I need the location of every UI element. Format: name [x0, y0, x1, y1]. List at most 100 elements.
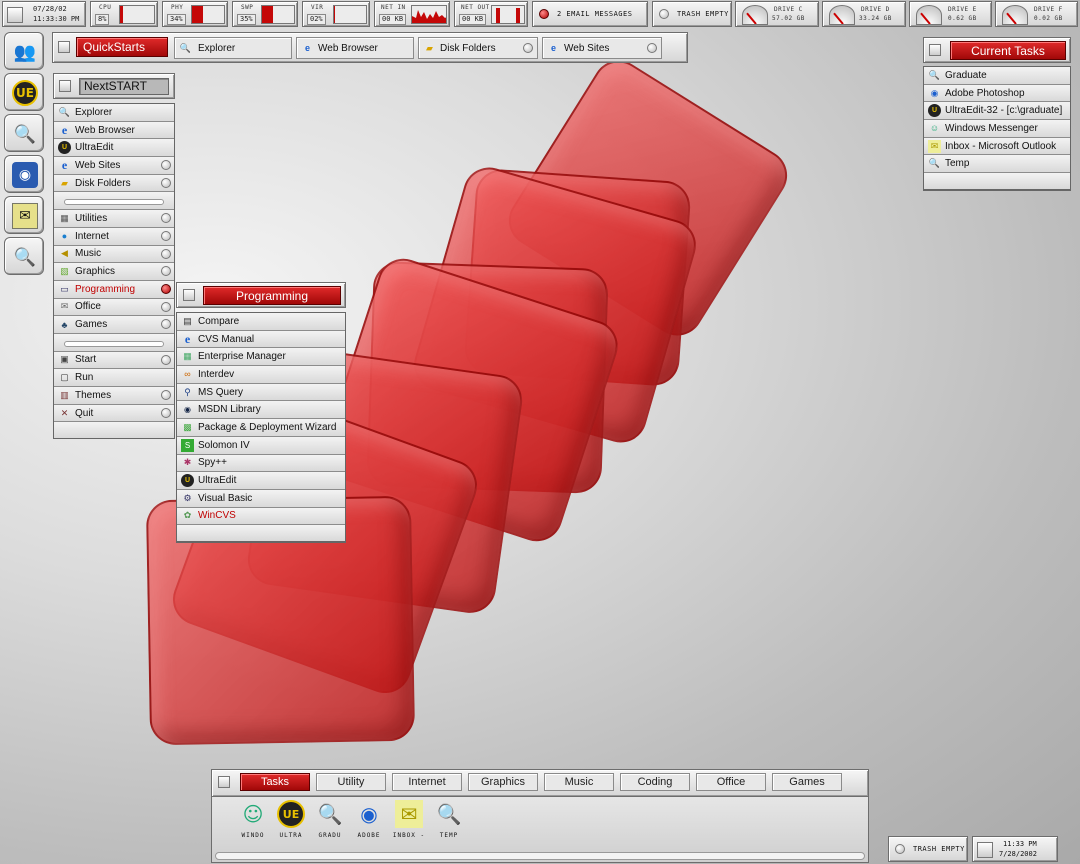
menu-item-solomon-iv[interactable]: S Solomon IV — [177, 436, 345, 455]
programming-title[interactable]: Programming — [203, 286, 341, 305]
quickstart-tab-explorer[interactable]: 🔍 Explorer — [174, 37, 292, 59]
menu-item-ultraedit-32-c-graduate[interactable]: U UltraEdit-32 - [c:\graduate] — [924, 102, 1070, 121]
dock-temp[interactable]: 🔍 — [4, 237, 44, 275]
dock-explorer[interactable]: 🔍 — [4, 114, 44, 152]
menu-item-visual-basic[interactable]: ⚙ Visual Basic — [177, 489, 345, 508]
vir-value: 02% — [307, 14, 326, 25]
menu-item-cvs-manual[interactable]: e CVS Manual — [177, 330, 345, 349]
current-tasks-toggle[interactable] — [929, 44, 941, 56]
net-out-monitor: NET OUT 00 KB — [454, 1, 528, 27]
task-label: INBOX - — [392, 832, 426, 839]
quickstart-label: Disk Folders — [440, 42, 496, 54]
drive-d-monitor[interactable]: DRIVE D 33.24 GB — [822, 1, 906, 27]
quickstart-tab-web-sites[interactable]: e Web Sites — [542, 37, 662, 59]
menu-item-music[interactable]: ◀ Music — [54, 245, 174, 264]
menu-item-compare[interactable]: ▤ Compare — [177, 313, 345, 331]
task-button[interactable]: 🔍 GRADU — [313, 800, 347, 839]
speaker-icon: ◀ — [61, 248, 68, 259]
dock-outlook[interactable]: ✉ — [4, 196, 44, 234]
tab-tasks[interactable]: Tasks — [240, 773, 310, 791]
menu-item-themes[interactable]: ▥ Themes — [54, 387, 174, 405]
quickstarts-title[interactable]: QuickStarts — [76, 37, 168, 57]
task-scrollbar[interactable] — [215, 852, 865, 860]
menu-item-programming[interactable]: ▭ Programming — [54, 280, 174, 299]
tab-games[interactable]: Games — [772, 773, 842, 791]
tab-coding[interactable]: Coding — [620, 773, 690, 791]
enterprise-icon: ▦ — [183, 351, 192, 362]
current-tasks-title[interactable]: Current Tasks — [950, 41, 1066, 60]
tab-utility[interactable]: Utility — [316, 773, 386, 791]
drive-f-monitor[interactable]: DRIVE F 0.02 GB — [995, 1, 1078, 27]
drive-e-monitor[interactable]: DRIVE E 0.62 GB — [909, 1, 992, 27]
menu-item-ultraedit[interactable]: U UltraEdit — [54, 139, 174, 158]
menu-item-internet[interactable]: ● Internet — [54, 227, 174, 246]
outlook-icon: ✉ — [928, 139, 941, 153]
tab-music[interactable]: Music — [544, 773, 614, 791]
drive-c-monitor[interactable]: DRIVE C 57.02 GB — [735, 1, 819, 27]
trash-widget-bottom[interactable]: TRASH EMPTY — [888, 836, 968, 862]
task-button[interactable]: ✉ INBOX - — [392, 800, 426, 839]
email-notifier[interactable]: 2 EMAIL MESSAGES — [532, 1, 648, 27]
menu-item-ms-query[interactable]: ⚲ MS Query — [177, 383, 345, 402]
task-button[interactable]: ◉ ADOBE — [352, 800, 386, 839]
phy-label: PHY — [171, 4, 184, 11]
menu-item-temp[interactable]: 🔍 Temp — [924, 155, 1070, 174]
trash-widget[interactable]: TRASH EMPTY — [652, 1, 732, 27]
net-out-label: NET OUT — [461, 4, 490, 11]
menu-item-web-sites[interactable]: e Web Sites — [54, 157, 174, 175]
programming-menu: ▤ Compare e CVS Manual ▦ Enterprise Manager ∞ I… — [176, 312, 346, 544]
menu-item-explorer[interactable]: 🔍 Explorer — [54, 104, 174, 122]
dock-ultraedit[interactable]: UE — [4, 73, 44, 111]
menu-item-adobe-photoshop[interactable]: ◉ Adobe Photoshop — [924, 84, 1070, 103]
compare-icon: ▤ — [183, 315, 192, 326]
menu-item-wincvs[interactable]: ✿ WinCVS — [177, 507, 345, 526]
task-button[interactable]: UE ULTRA — [274, 800, 308, 839]
menu-item-run[interactable]: ▢ Run — [54, 369, 174, 387]
task-label: TEMP — [439, 832, 459, 839]
dock-messenger[interactable]: 👥 — [4, 32, 44, 70]
menu-item-label: CVS Manual — [198, 333, 255, 345]
menu-item-ultraedit[interactable]: U UltraEdit — [177, 472, 345, 490]
clock-date: 7/28/2002 — [999, 850, 1037, 858]
menu-item-quit[interactable]: ✕ Quit — [54, 404, 174, 423]
ultraedit-icon: U — [928, 104, 941, 118]
wincvs-icon: ✿ — [183, 510, 192, 521]
quickstart-tab-disk-folders[interactable]: ▰ Disk Folders — [418, 37, 538, 59]
menu-item-office[interactable]: ✉ Office — [54, 298, 174, 317]
menu-item-label: Spy++ — [198, 457, 227, 469]
menu-item-graduate[interactable]: 🔍 Graduate — [924, 67, 1070, 85]
menu-item-label: Visual Basic — [198, 492, 253, 504]
task-label: ADOBE — [357, 832, 381, 839]
menu-item-msdn-library[interactable]: ◉ MSDN Library — [177, 401, 345, 420]
bottom-bar-toggle[interactable] — [218, 776, 230, 788]
menu-item-games[interactable]: ♣ Games — [54, 316, 174, 334]
task-button[interactable]: 🔍 TEMP — [432, 800, 466, 839]
tab-office[interactable]: Office — [696, 773, 766, 791]
quickstart-tab-web-browser[interactable]: e Web Browser — [296, 37, 414, 59]
menu-item-windows-messenger[interactable]: ☺ Windows Messenger — [924, 120, 1070, 138]
menu-item-interdev[interactable]: ∞ Interdev — [177, 366, 345, 384]
menu-item-package-deployment-wizard[interactable]: ▩ Package & Deployment Wizard — [177, 419, 345, 437]
task-button[interactable]: ☺ WINDO — [236, 800, 270, 839]
nextstart-toggle[interactable] — [59, 80, 71, 92]
ie-icon: e — [550, 43, 556, 53]
tab-internet[interactable]: Internet — [392, 773, 462, 791]
menu-item-graphics[interactable]: ▧ Graphics — [54, 263, 174, 281]
menu-item-spy[interactable]: ✱ Spy++ — [177, 454, 345, 473]
task-label: ULTRA — [279, 832, 303, 839]
nextstart-title[interactable]: NextSTART — [79, 78, 169, 95]
tab-graphics[interactable]: Graphics — [468, 773, 538, 791]
menu-item-start[interactable]: ▣ Start — [54, 351, 174, 370]
quickstarts-toggle[interactable] — [58, 41, 70, 53]
dock-photoshop[interactable]: ◉ — [4, 155, 44, 193]
menu-item-enterprise-manager[interactable]: ▦ Enterprise Manager — [177, 348, 345, 367]
menu-item-utilities[interactable]: ▦ Utilities — [54, 210, 174, 228]
menu-item-disk-folders[interactable]: ▰ Disk Folders — [54, 174, 174, 193]
menu-item-web-browser[interactable]: e Web Browser — [54, 121, 174, 140]
menu-item-inbox-microsoft-outlook[interactable]: ✉ Inbox - Microsoft Outlook — [924, 137, 1070, 156]
drive-e-label: DRIVE E — [948, 6, 977, 13]
menu-item-label: Inbox - Microsoft Outlook — [945, 140, 1057, 152]
menu-item-label: Office — [75, 301, 101, 313]
menu-separator — [54, 333, 174, 352]
programming-toggle[interactable] — [183, 289, 195, 301]
